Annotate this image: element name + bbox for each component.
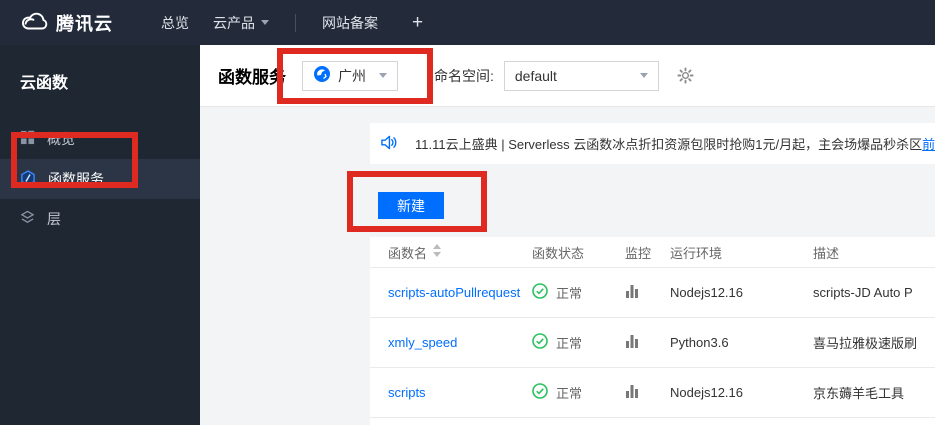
tencent-cloud-console: 腾讯云 总览 云产品 网站备案 + 云函数 概览 函数服务 层 函数服务 广州 … — [0, 0, 935, 425]
create-button[interactable]: 新建 — [378, 192, 444, 219]
function-name-link[interactable]: xmly_speed — [388, 335, 532, 350]
brand-logo[interactable]: 腾讯云 — [18, 10, 113, 36]
monitor-chart-icon[interactable] — [625, 384, 670, 401]
description-value: 喜马拉雅极速版刷 — [813, 336, 918, 351]
scf-icon — [20, 169, 36, 189]
sidebar-menu: 概览 函数服务 层 — [0, 119, 200, 239]
runtime-value: Nodejs12.16 — [670, 285, 743, 300]
namespace-selector[interactable]: default — [503, 60, 659, 91]
column-header-monitor: 监控 — [625, 245, 652, 261]
sidebar-item-overview[interactable]: 概览 — [0, 119, 200, 159]
namespace-label: 命名空间: — [434, 67, 494, 84]
table-row: scripts-autoPullrequest 正常 Nodejs12.16 s… — [370, 268, 935, 318]
chevron-down-icon — [639, 73, 648, 78]
globe-icon — [313, 65, 331, 86]
runtime-value: Python3.6 — [670, 335, 729, 350]
sort-icon[interactable] — [433, 244, 442, 260]
check-circle-icon — [532, 383, 548, 402]
cloud-logo-icon — [18, 11, 48, 35]
layers-icon — [20, 210, 35, 228]
check-circle-icon — [532, 283, 548, 302]
sidebar-item-label: 层 — [47, 211, 61, 227]
nav-item-products[interactable]: 云产品 — [201, 13, 281, 33]
nav-divider — [295, 13, 296, 32]
chevron-down-icon — [261, 20, 269, 25]
status-badge: 正常 — [532, 283, 625, 302]
top-navbar: 腾讯云 总览 云产品 网站备案 + — [0, 0, 935, 45]
region-value: 广州 — [338, 67, 366, 84]
page-title: 函数服务 — [218, 68, 286, 87]
namespace-value: default — [514, 67, 557, 84]
banner-text: 11.11云上盛典 | Serverless 云函数冰点折扣资源包限时抢购1元/… — [415, 134, 935, 154]
sidebar-title: 云函数 — [20, 75, 69, 92]
nav-items: 总览 云产品 网站备案 + — [149, 12, 431, 34]
function-table: 函数名 函数状态 监控 运行环境 描述 scripts-autoPullrequ… — [370, 237, 935, 425]
promo-banner: 11.11云上盛典 | Serverless 云函数冰点折扣资源包限时抢购1元/… — [370, 123, 935, 164]
table-header-row: 函数名 函数状态 监控 运行环境 描述 — [370, 237, 935, 268]
status-badge: 正常 — [532, 383, 625, 402]
speaker-icon — [380, 135, 397, 153]
function-name-link[interactable]: scripts — [388, 385, 532, 400]
region-selector[interactable]: 广州 — [302, 60, 398, 91]
runtime-value: Nodejs12.16 — [670, 385, 743, 400]
status-badge: 正常 — [532, 333, 625, 352]
page-header: 函数服务 广州 命名空间: default — [200, 45, 935, 107]
sidebar-item-layers[interactable]: 层 — [0, 199, 200, 239]
function-name-link[interactable]: scripts-autoPullrequest — [388, 285, 532, 300]
column-header-status: 函数状态 — [532, 245, 585, 261]
column-header-desc: 描述 — [813, 245, 840, 261]
gear-icon[interactable] — [677, 67, 694, 84]
check-circle-icon — [532, 333, 548, 352]
table-row: scripts 正常 Nodejs12.16 京东薅羊毛工具 — [370, 368, 935, 418]
nav-item-overview[interactable]: 总览 — [149, 13, 201, 33]
description-value: scripts-JD Auto P — [813, 285, 913, 300]
grid-icon — [20, 130, 35, 148]
main-body: 11.11云上盛典 | Serverless 云函数冰点折扣资源包限时抢购1元/… — [200, 107, 935, 425]
add-tab-button[interactable]: + — [404, 12, 431, 34]
banner-link[interactable]: 前往 — [922, 137, 935, 152]
nav-item-icp[interactable]: 网站备案 — [310, 13, 390, 33]
brand-name: 腾讯云 — [56, 13, 113, 34]
monitor-chart-icon[interactable] — [625, 284, 670, 301]
table-row: xmly_speed 正常 Python3.6 喜马拉雅极速版刷 — [370, 318, 935, 368]
monitor-chart-icon[interactable] — [625, 334, 670, 351]
sidebar-item-label: 概览 — [47, 131, 75, 147]
description-value: 京东薅羊毛工具 — [813, 386, 905, 401]
sidebar: 云函数 概览 函数服务 层 — [0, 45, 200, 425]
column-header-name[interactable]: 函数名 — [388, 243, 532, 262]
chevron-down-icon — [379, 73, 387, 78]
column-header-runtime: 运行环境 — [670, 245, 723, 261]
sidebar-item-functions[interactable]: 函数服务 — [0, 159, 200, 199]
sidebar-item-label: 函数服务 — [48, 171, 104, 187]
main-area: 函数服务 广州 命名空间: default 11.11云上盛典 | Server… — [200, 45, 935, 425]
